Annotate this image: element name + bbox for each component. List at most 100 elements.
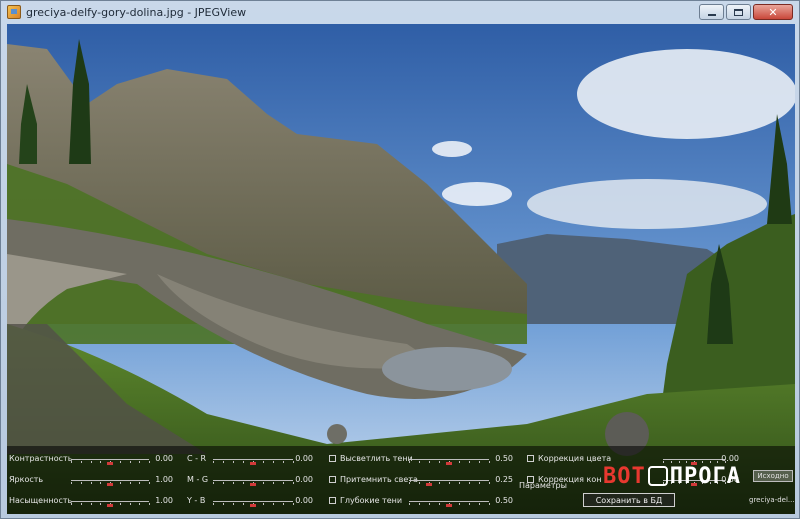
- watermark: ВОТ ПРОГА: [603, 464, 741, 489]
- color-axis-value: 0.00: [295, 454, 313, 463]
- adjust-label: Насыщенность: [9, 496, 73, 505]
- correction-slider-tick: [678, 461, 680, 463]
- title-bar[interactable]: greciya-delfy-gory-dolina.jpg - JPEGView…: [1, 1, 799, 23]
- option-slider-tick: [439, 503, 440, 505]
- adjust-slider-tick: [80, 461, 82, 463]
- option-value: 0.50: [495, 454, 513, 463]
- option-slider-track: [409, 501, 489, 502]
- color-axis-slider-tick: [263, 482, 264, 484]
- option-slider-tick: [479, 461, 480, 463]
- color-axis-slider-tick: [273, 482, 274, 484]
- option-slider-tick: [419, 461, 420, 463]
- color-axis-slider-tick: [233, 503, 234, 505]
- option-slider-tick: [479, 482, 480, 484]
- color-axis-slider[interactable]: [213, 477, 294, 486]
- color-axis-slider-thumb[interactable]: [250, 483, 256, 486]
- option-label: Глубокие тени: [340, 496, 403, 505]
- option-slider-track: [409, 459, 489, 460]
- close-button[interactable]: ✕: [753, 4, 793, 20]
- adjust-slider-tick: [80, 503, 82, 505]
- color-axis-slider-tick: [273, 461, 274, 463]
- option-slider-tick: [459, 482, 460, 484]
- color-axis-slider-tick: [263, 503, 264, 505]
- save-to-db-button[interactable]: Сохранить в БД: [583, 493, 675, 507]
- thumbs-up-icon: [647, 466, 668, 486]
- minimize-button[interactable]: [699, 4, 724, 20]
- color-axis-slider[interactable]: [213, 498, 294, 507]
- image-viewport[interactable]: Контрастность 0.00 C - R 0.00 Высветлить тен…: [7, 24, 795, 514]
- color-axis-slider[interactable]: [213, 456, 294, 465]
- adjust-value: 1.00: [155, 496, 173, 505]
- option-slider[interactable]: [409, 498, 490, 507]
- option-checkbox[interactable]: [329, 497, 336, 504]
- adjust-value: 0.00: [155, 454, 173, 463]
- adjust-slider-tick: [90, 503, 92, 505]
- correction-label: Коррекция цвета: [538, 454, 612, 463]
- adjust-slider-tick: [71, 461, 72, 463]
- adjust-slider-tick: [90, 461, 92, 463]
- option-slider-tick: [469, 482, 470, 484]
- option-slider[interactable]: [409, 456, 490, 465]
- color-axis-label: M - G: [187, 475, 209, 484]
- option-label: Высветлить тени: [340, 454, 413, 463]
- maximize-button[interactable]: [726, 4, 751, 20]
- adjust-slider-thumb[interactable]: [107, 462, 113, 465]
- adjust-value: 1.00: [155, 475, 173, 484]
- option-slider-thumb[interactable]: [426, 483, 432, 486]
- option-checkbox[interactable]: [329, 476, 336, 483]
- correction-value: 0.00: [721, 454, 739, 463]
- adjust-slider-thumb[interactable]: [107, 504, 113, 507]
- adjust-slider-track: [71, 480, 149, 481]
- watermark-part1: ВОТ: [603, 464, 646, 489]
- adjust-slider-tick: [100, 482, 102, 484]
- option-slider[interactable]: [409, 477, 490, 486]
- color-axis-slider-track: [213, 459, 293, 460]
- color-axis-slider-track: [213, 480, 293, 481]
- option-slider-tick: [419, 503, 420, 505]
- option-slider-thumb[interactable]: [446, 462, 452, 465]
- color-axis-slider-tick: [223, 461, 224, 463]
- adjust-slider-tick: [71, 503, 72, 505]
- adjust-slider-tick: [100, 461, 102, 463]
- window-title: greciya-delfy-gory-dolina.jpg - JPEGView: [26, 5, 247, 19]
- adjust-slider[interactable]: [71, 498, 150, 507]
- filename-label: greciya-del...: [749, 496, 795, 504]
- adjust-slider-tick: [139, 482, 141, 484]
- color-axis-label: Y - B: [187, 496, 206, 505]
- option-slider-thumb[interactable]: [446, 504, 452, 507]
- option-label: Притемнить света: [340, 475, 418, 484]
- jpegview-app-icon: [7, 5, 21, 19]
- option-slider-tick: [469, 503, 470, 505]
- color-axis-slider-tick: [243, 482, 244, 484]
- panel-row: Насыщенность 1.00 Y - B 0.00 Глубокие тени 0.…: [7, 496, 795, 508]
- adjustment-panel: Контрастность 0.00 C - R 0.00 Высветлить тен…: [7, 446, 795, 514]
- option-value: 0.50: [495, 496, 513, 505]
- option-checkbox[interactable]: [329, 455, 336, 462]
- adjust-slider-tick: [119, 503, 121, 505]
- option-slider-tick: [409, 482, 410, 484]
- color-axis-slider-thumb[interactable]: [250, 462, 256, 465]
- color-axis-slider-tick: [243, 503, 244, 505]
- adjust-slider-tick: [129, 503, 131, 505]
- color-axis-slider-thumb[interactable]: [250, 504, 256, 507]
- option-slider-tick: [459, 461, 460, 463]
- option-slider-tick: [429, 461, 430, 463]
- color-axis-label: C - R: [187, 454, 207, 463]
- option-slider-tick: [409, 503, 410, 505]
- color-axis-slider-tick: [223, 482, 224, 484]
- color-axis-value: 0.00: [295, 496, 313, 505]
- adjust-slider-tick: [129, 482, 131, 484]
- option-slider-tick: [409, 461, 410, 463]
- correction-checkbox[interactable]: [527, 455, 534, 462]
- adjust-slider[interactable]: [71, 477, 150, 486]
- correction-slider-tick: [663, 461, 664, 463]
- adjust-slider-tick: [139, 461, 141, 463]
- reset-button[interactable]: Исходно: [753, 470, 793, 482]
- adjust-slider-thumb[interactable]: [107, 483, 113, 486]
- photo-delphi-theatre: [7, 24, 795, 514]
- color-axis-value: 0.00: [295, 475, 313, 484]
- color-axis-slider-tick: [233, 482, 234, 484]
- adjust-slider[interactable]: [71, 456, 150, 465]
- adjust-slider-tick: [119, 461, 121, 463]
- color-axis-slider-tick: [273, 503, 274, 505]
